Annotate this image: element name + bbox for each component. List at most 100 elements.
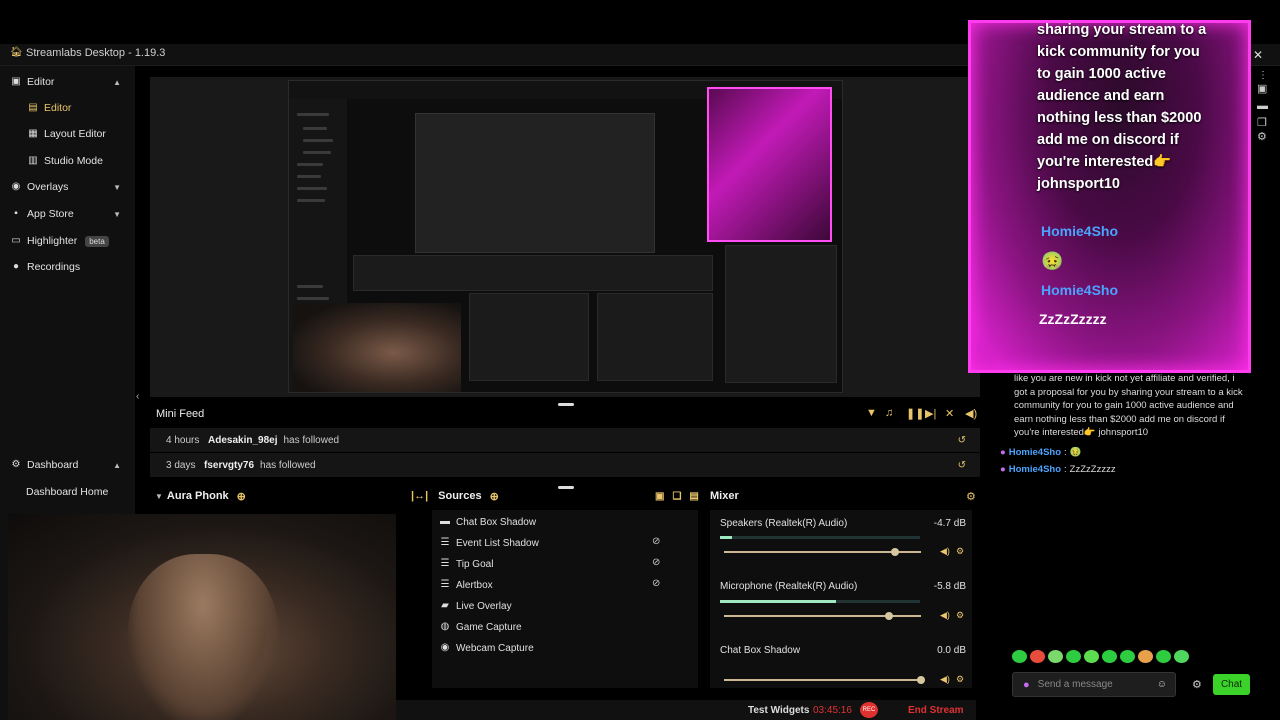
emoji-icon[interactable] [1030,650,1045,663]
chat-send-button[interactable]: Chat [1213,674,1250,695]
visibility-hidden-icon[interactable]: ⊘ [652,578,660,589]
source-item[interactable]: ☰ Alertbox [440,577,493,593]
add-scene-icon[interactable]: ⊕ [237,490,246,503]
source-item[interactable]: ▬ Chat Box Shadow [440,514,536,530]
gear-icon[interactable]: ⚙ [956,610,964,621]
chevron-up-icon[interactable]: ▲ [113,78,121,87]
repeat-icon[interactable]: ↺ [958,460,966,471]
emoji-picker-icon[interactable]: ☺ [1157,679,1167,690]
volume-slider[interactable] [724,676,925,684]
sidebar-item-overlays[interactable]: ◉ Overlays ▼ [0,176,135,198]
chat-message: like you are new in kick not yet affilia… [1014,373,1243,438]
gear-icon[interactable]: ⚙ [956,674,964,685]
folder-icon[interactable]: ▤ [689,491,698,502]
chevron-down-icon[interactable]: ▼ [113,183,121,192]
speaker-icon[interactable]: ◀) [940,546,950,557]
source-item[interactable]: ◍ Game Capture [440,619,522,635]
mixer-header: Mixer [710,486,739,506]
emoji-icon[interactable] [1120,650,1135,663]
source-item[interactable]: ◉ Webcam Capture [440,640,534,656]
volume-knob[interactable] [917,676,925,684]
more-icon[interactable]: ⋮ [1258,70,1268,81]
source-item[interactable]: ▰ Live Overlay [440,598,512,614]
source-label: Chat Box Shadow [456,516,537,528]
source-item[interactable]: ☰ Tip Goal [440,556,494,572]
app-store-icon: ▪ [14,208,18,219]
volume-knob[interactable] [891,548,900,556]
resize-handle[interactable] [558,486,574,489]
sidebar-item-recordings[interactable]: ● Recordings [0,256,135,278]
test-widgets-button[interactable]: Test Widgets [748,705,809,716]
mixer-gear-icon[interactable]: ⚙ [966,490,976,503]
chevron-down-icon[interactable]: ▼ [155,492,163,501]
scene-name[interactable]: Aura Phonk [167,490,229,502]
chat-username[interactable]: Homie4Sho [1009,463,1061,477]
sidebar-item-dashboard-home[interactable]: Dashboard Home [0,481,135,503]
sidebar-item-label: Dashboard Home [26,486,109,498]
emoji-icon[interactable] [1066,650,1081,663]
scene-icon[interactable]: ▣ [655,491,664,502]
emoji-icon[interactable] [1174,650,1189,663]
repeat-icon[interactable]: ↺ [958,435,966,446]
close-icon[interactable]: ✕ [1253,48,1263,62]
filter-icon[interactable]: ▼ [866,407,877,419]
sidebar-item-highlighter[interactable]: ▭ Highlighter beta [0,230,135,252]
source-label: Live Overlay [456,600,512,612]
sidebar-item-studio-mode[interactable]: ▥ Studio Mode [0,150,135,172]
volume-slider[interactable] [724,612,921,620]
resize-icon[interactable]: |↔| [411,490,428,502]
emoji-icon[interactable] [1156,650,1171,663]
camera-icon[interactable]: ▣ [1257,82,1267,95]
sidebar-item-dashboard[interactable]: ⚙ Dashboard ▲ [0,454,135,476]
minifeed-title: Mini Feed [156,408,205,420]
end-stream-button[interactable]: End Stream [908,705,964,716]
volume-icon[interactable]: ◀) [965,407,977,420]
sidebar-item-app-store[interactable]: ▪ App Store ▼ [0,203,135,225]
music-icon[interactable]: ♫ [885,407,893,419]
emoji-bar [1012,650,1202,664]
group-icon[interactable]: ❏ [672,491,681,502]
rec-button[interactable]: REC [860,702,878,718]
chat-overlay-widget[interactable]: sharing your stream to a kick community … [968,20,1251,373]
recordings-icon: ● [12,261,20,272]
feed-row: 4 hours Adesakin_98ej has followed ↺ [150,428,980,452]
list-icon: ☰ [440,558,450,569]
sidebar-item-label: Editor [27,76,55,88]
popout-icon[interactable]: ❐ [1257,116,1267,129]
add-source-icon[interactable]: ⊕ [490,490,499,503]
chevron-up-icon[interactable]: ▲ [113,461,121,470]
stream-preview[interactable] [288,80,843,393]
sidebar-item-editor[interactable]: ▣ Editor ▲ [0,71,135,93]
screen-icon[interactable]: ▬ [1257,100,1268,112]
mute-notify-icon[interactable]: ✕ [945,407,954,420]
sidebar-item-label: Recordings [27,261,81,273]
collapse-sidebar-icon[interactable]: ‹ [136,391,139,402]
emoji-icon[interactable] [1084,650,1099,663]
feed-user[interactable]: fservgty76 [204,460,254,471]
volume-knob[interactable] [885,612,894,620]
speaker-icon[interactable]: ◀) [940,610,950,621]
chevron-down-icon[interactable]: ▼ [113,210,121,219]
chat-input[interactable]: ● Send a message ☺ [1012,672,1176,697]
emoji-icon[interactable] [1048,650,1063,663]
speaker-icon[interactable]: ◀) [940,674,950,685]
gear-icon[interactable]: ⚙ [1257,130,1267,143]
sidebar-item-editor-sub[interactable]: ▤ Editor [0,97,135,119]
source-label: Webcam Capture [456,642,534,654]
visibility-hidden-icon[interactable]: ⊘ [652,536,660,547]
chat-username[interactable]: Homie4Sho [1009,446,1061,460]
app-title-text: Streamlabs Desktop - 1.19.3 [26,47,166,59]
emoji-icon[interactable] [1102,650,1117,663]
feed-user[interactable]: Adesakin_98ej [208,435,278,446]
chat-settings-icon[interactable]: ⚙ [1192,678,1202,691]
sidebar-item-layout-editor[interactable]: ▦ Layout Editor [0,123,135,145]
volume-slider[interactable] [724,548,921,556]
pause-icon[interactable]: ❚❚ [906,407,924,420]
emoji-icon[interactable] [1012,650,1027,663]
gear-icon[interactable]: ⚙ [956,546,964,557]
emoji-icon[interactable] [1138,650,1153,663]
source-item[interactable]: ☰ Event List Shadow [440,535,539,551]
skip-icon[interactable]: ▶| [925,407,936,420]
preview-mixer [597,293,713,381]
visibility-hidden-icon[interactable]: ⊘ [652,557,660,568]
